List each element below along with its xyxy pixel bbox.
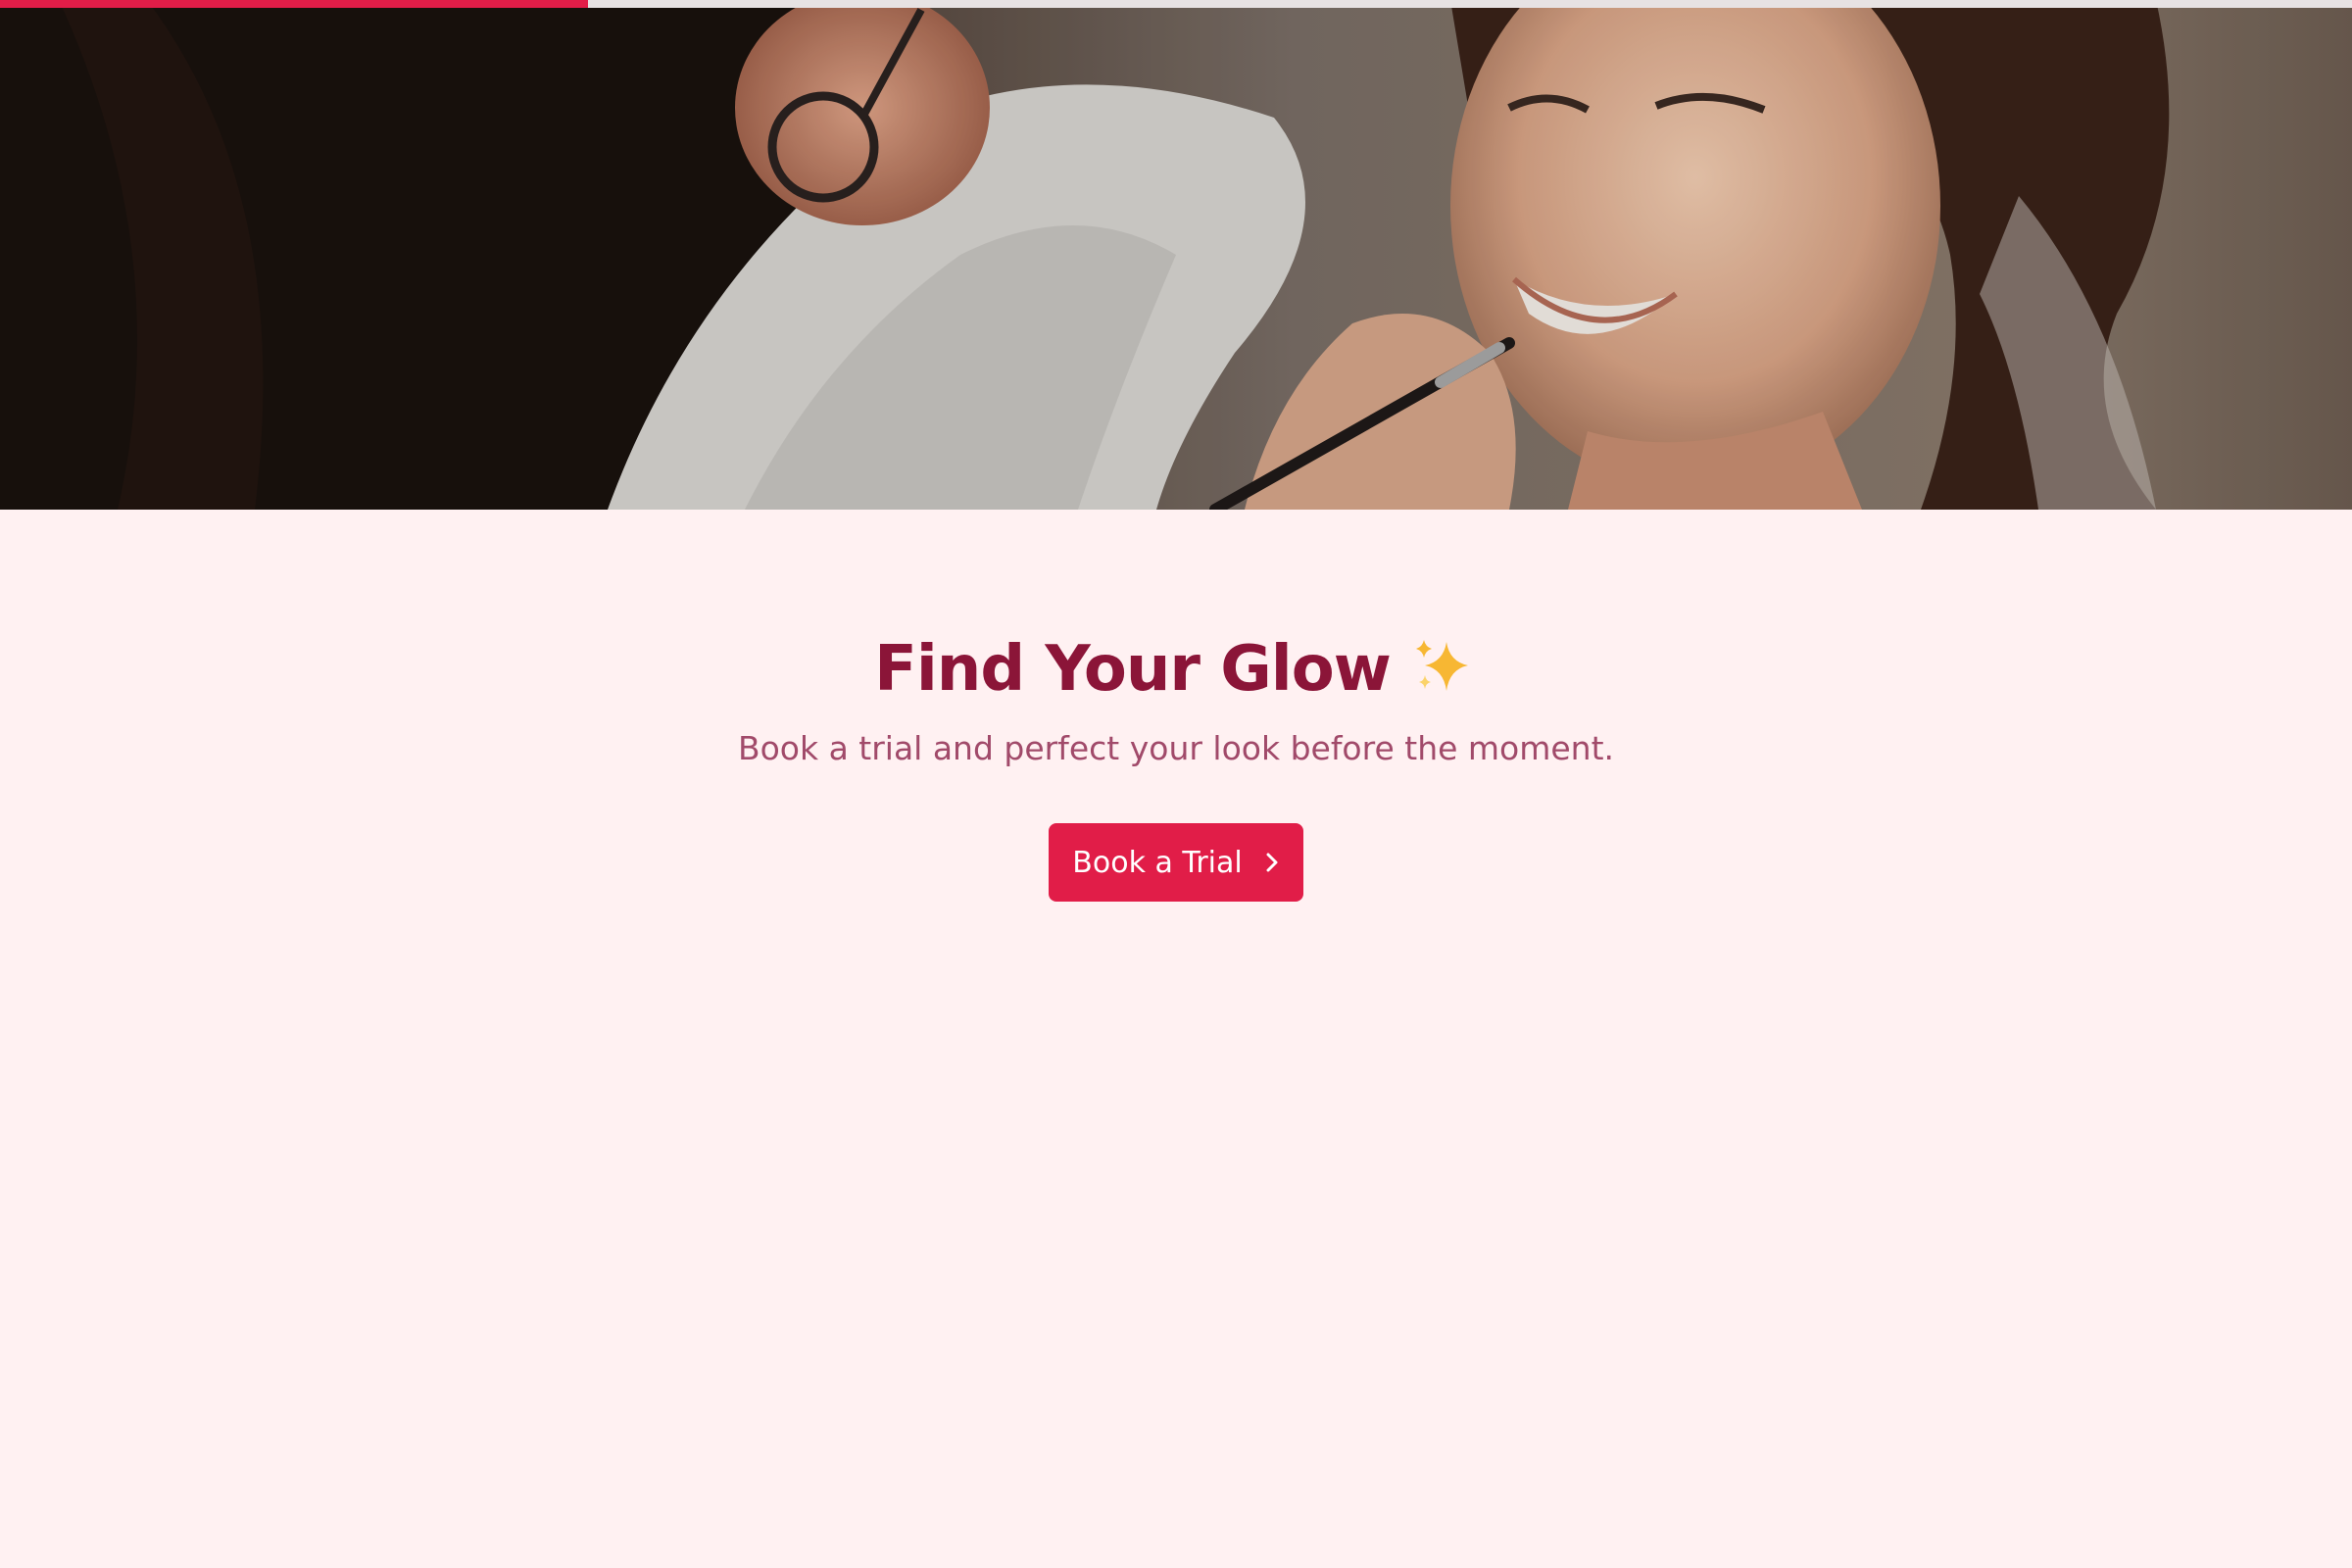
progress-bar (0, 0, 2352, 8)
sparkles-icon (1413, 638, 1478, 701)
page-title: Find Your Glow (874, 633, 1392, 706)
progress-bar-fill (0, 0, 588, 8)
page-subtitle: Book a trial and perfect your look befor… (737, 729, 1615, 767)
hero-image (0, 0, 2352, 510)
book-trial-label: Book a Trial (1072, 845, 1243, 880)
headline-row: Find Your Glow (0, 633, 2352, 706)
main-content: Find Your Glow Book a trial and perfect … (0, 510, 2352, 1568)
book-trial-button[interactable]: Book a Trial (1049, 823, 1303, 902)
chevron-right-icon (1264, 852, 1280, 873)
